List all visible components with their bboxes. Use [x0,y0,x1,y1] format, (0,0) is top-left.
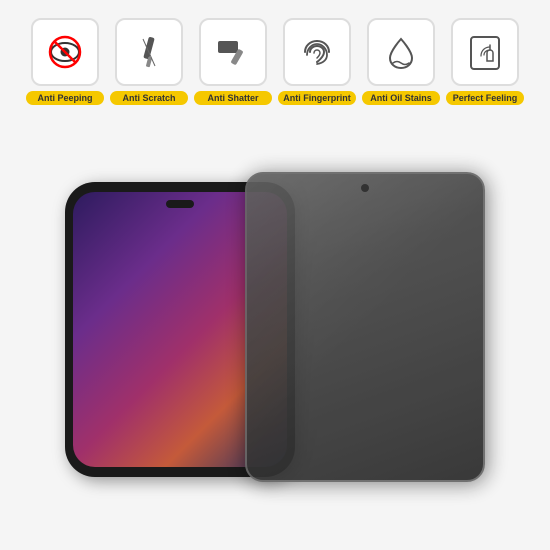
anti-peeping-icon-box [31,18,99,86]
anti-peeping-label: Anti Peeping [26,91,104,105]
phone-area [10,123,540,540]
eye-slash-icon [44,31,86,73]
phone-wrapper [65,172,485,492]
perfect-feeling-label: Perfect Feeling [446,91,524,105]
feature-anti-oil-stains: Anti Oil Stains [362,18,440,105]
touch-icon [464,31,506,73]
phone-notch [166,200,194,208]
feature-anti-peeping: Anti Peeping [26,18,104,105]
fingerprint-icon [296,31,338,73]
anti-scratch-icon-box [115,18,183,86]
screen-protector [245,172,485,482]
page-container: Anti Peeping Anti Scratch [0,0,550,550]
feature-anti-scratch: Anti Scratch [110,18,188,105]
feature-anti-fingerprint: Anti Fingerprint [278,18,356,105]
feature-perfect-feeling: Perfect Feeling [446,18,524,105]
protector-shine [247,174,483,480]
protector-notch [361,184,369,192]
scratch-icon [128,31,170,73]
anti-fingerprint-icon-box [283,18,351,86]
hammer-icon [212,31,254,73]
anti-oil-stains-label: Anti Oil Stains [362,91,440,105]
features-row: Anti Peeping Anti Scratch [10,18,540,105]
anti-oil-stains-icon-box [367,18,435,86]
anti-shatter-icon-box [199,18,267,86]
perfect-feeling-icon-box [451,18,519,86]
feature-anti-shatter: Anti Shatter [194,18,272,105]
anti-scratch-label: Anti Scratch [110,91,188,105]
drop-icon [380,31,422,73]
anti-shatter-label: Anti Shatter [194,91,272,105]
anti-fingerprint-label: Anti Fingerprint [278,91,356,105]
